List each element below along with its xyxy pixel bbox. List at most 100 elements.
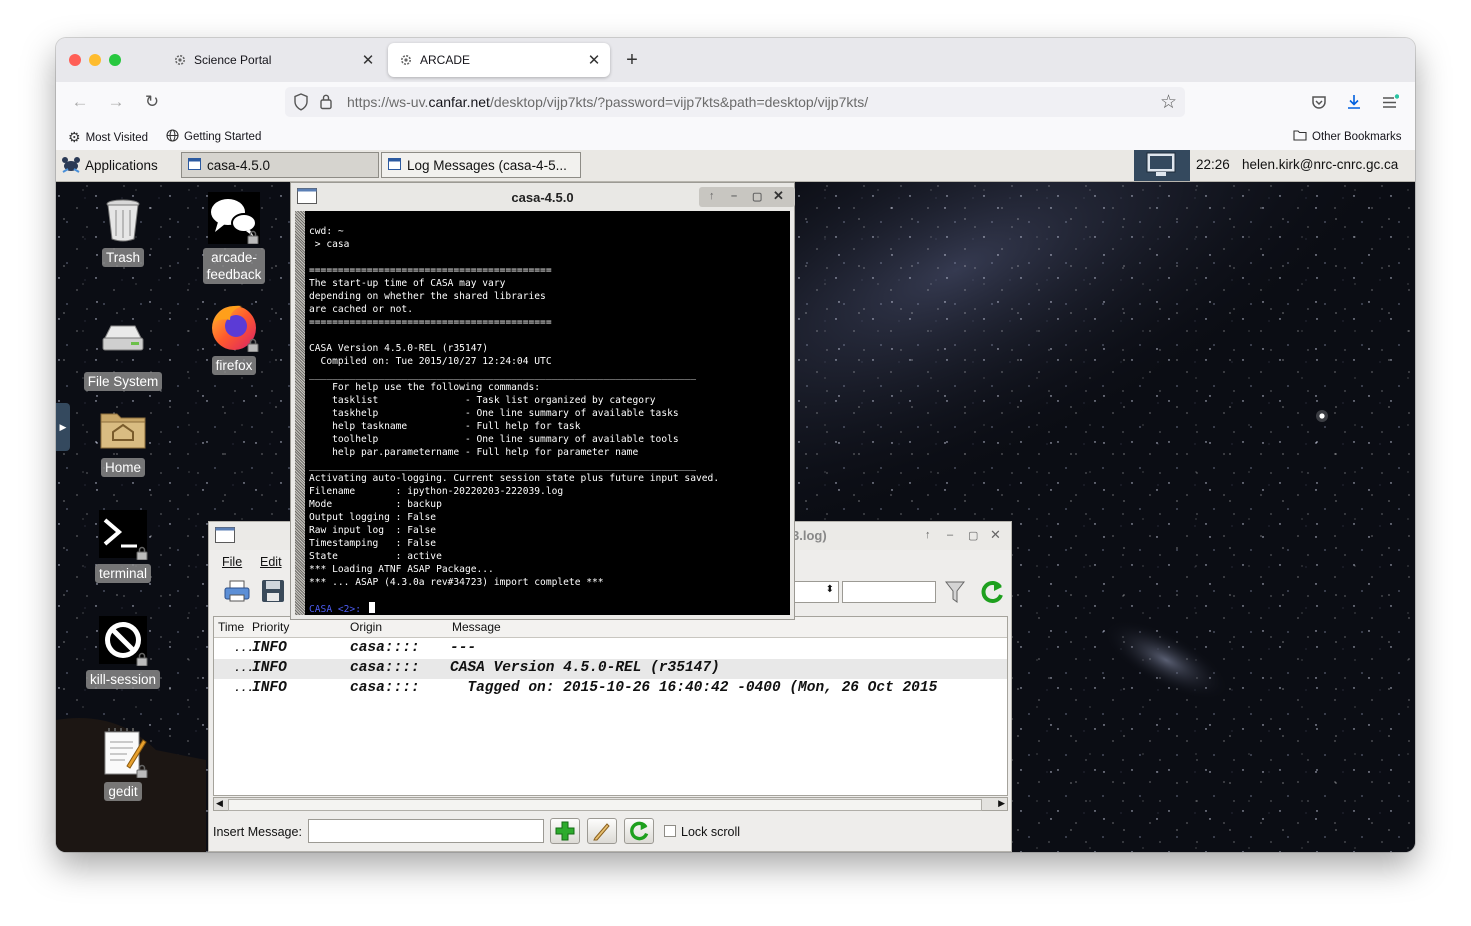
logger-title: 3.log): [792, 528, 827, 543]
column-origin[interactable]: Origin: [350, 620, 382, 634]
desktop-icon-file-system[interactable]: File System: [78, 316, 168, 391]
window-icon: [388, 157, 401, 173]
taskbar-casa-4-5-0[interactable]: casa-4.5.0: [181, 152, 379, 178]
insert-message-label: Insert Message:: [213, 825, 302, 839]
side-panel-toggle[interactable]: ▶: [56, 403, 70, 451]
maximize-icon[interactable]: ▢: [968, 529, 978, 542]
casa-prompt[interactable]: CASA <2>:: [309, 602, 375, 615]
taskbar-log-messages[interactable]: Log Messages (casa-4-5...: [381, 152, 581, 178]
desktop-icon-label: File System: [83, 372, 163, 391]
close-tab-icon[interactable]: ✕: [584, 50, 604, 70]
save-disk-icon[interactable]: [261, 579, 285, 606]
refresh-icon[interactable]: [979, 579, 1005, 608]
minimize-icon[interactable]: –: [731, 190, 737, 202]
bookmark-getting-started[interactable]: Getting Started: [166, 129, 261, 145]
globe-icon: [166, 129, 179, 145]
column-time[interactable]: Time: [218, 620, 244, 634]
log-horizontal-scrollbar[interactable]: ◀ ▶: [213, 797, 1008, 811]
desktop-icon-home[interactable]: Home: [78, 402, 168, 477]
desktop-icon-terminal[interactable]: terminal: [78, 508, 168, 583]
scroll-right-icon[interactable]: ▶: [998, 798, 1005, 809]
firefox-icon: [208, 300, 260, 352]
new-tab-plus-icon[interactable]: +: [622, 50, 642, 70]
minimize-icon[interactable]: –: [947, 529, 953, 541]
tab-title: ARCADE: [420, 53, 471, 67]
download-icon[interactable]: [1342, 90, 1366, 114]
window-menu-icon[interactable]: [215, 527, 235, 546]
gear-favicon-icon: [172, 52, 188, 68]
add-message-button[interactable]: [550, 818, 580, 844]
bookmark-other-bookmarks[interactable]: Other Bookmarks: [1293, 129, 1401, 144]
desktop-icon-arcade-feedback[interactable]: arcade- feedback: [189, 192, 279, 284]
menu-file[interactable]: File: [222, 555, 242, 569]
pencil-icon: [593, 823, 610, 841]
url-bar[interactable]: https://ws-uv.canfar.net/desktop/vijp7kt…: [285, 87, 1185, 117]
minimize-window-button[interactable]: [89, 54, 101, 66]
desktop-icon-label: kill-session: [85, 670, 161, 689]
text-editor-icon: [97, 726, 149, 778]
scroll-left-icon[interactable]: ◀: [216, 798, 223, 809]
desktop-icon-label: arcade- feedback: [202, 248, 266, 284]
log-table: Time Priority Origin Message ... INFO ca…: [213, 616, 1008, 796]
desktop-icon-label: Trash: [101, 248, 144, 267]
log-row[interactable]: ... INFO casa:::: Tagged on: 2015-10-26 …: [214, 679, 1007, 699]
menu-hamburger-icon[interactable]: [1378, 90, 1402, 114]
terminal-scrollbar[interactable]: [295, 211, 305, 615]
desktop-icon-gedit[interactable]: gedit: [78, 726, 168, 801]
menu-edit[interactable]: Edit: [260, 555, 282, 569]
shade-icon[interactable]: ↑: [709, 190, 715, 202]
print-icon[interactable]: [224, 579, 250, 606]
insert-message-row: Insert Message: Lock scroll: [209, 815, 1011, 849]
lock-icon[interactable]: [319, 93, 333, 115]
pocket-icon[interactable]: [1307, 90, 1331, 114]
chat-icon: [208, 192, 260, 244]
funnel-filter-icon[interactable]: [944, 580, 966, 607]
tab-arcade[interactable]: ARCADE ✕: [388, 43, 610, 77]
log-row[interactable]: ... INFO casa:::: ---: [214, 639, 1007, 659]
bookmark-most-visited[interactable]: ⚙ Most Visited: [68, 129, 148, 146]
close-icon[interactable]: ✕: [990, 527, 1001, 543]
forward-arrow-icon[interactable]: →: [104, 90, 128, 114]
log-row[interactable]: ... INFO casa:::: CASA Version 4.5.0-REL…: [214, 659, 1007, 679]
refresh-messages-button[interactable]: [624, 818, 654, 844]
zoom-window-button[interactable]: [109, 54, 121, 66]
log-table-header: Time Priority Origin Message: [214, 617, 1007, 638]
bookmark-star-icon[interactable]: ☆: [1160, 91, 1177, 114]
panel-clock[interactable]: 22:26: [1196, 157, 1230, 172]
applications-menu[interactable]: Applications: [60, 153, 158, 177]
edit-message-button[interactable]: [587, 818, 617, 844]
filter-field-select[interactable]: ⬍: [793, 581, 839, 603]
filter-text-input[interactable]: [842, 581, 936, 603]
close-icon[interactable]: ✕: [773, 188, 784, 204]
insert-message-input[interactable]: [308, 819, 544, 843]
maximize-icon[interactable]: ▢: [752, 190, 762, 203]
url-text[interactable]: https://ws-uv.canfar.net/desktop/vijp7kt…: [347, 94, 868, 110]
shield-icon[interactable]: [293, 93, 309, 116]
plus-icon: [555, 821, 575, 841]
lock-scroll-checkbox[interactable]: [664, 825, 676, 837]
lock-badge-icon: [136, 652, 148, 666]
desktop-icon-trash[interactable]: Trash: [78, 192, 168, 267]
workspace-switcher[interactable]: [1134, 150, 1190, 181]
forbidden-icon: [97, 614, 149, 666]
scroll-thumb[interactable]: [228, 799, 982, 811]
lock-badge-icon: [247, 230, 259, 244]
select-arrows-icon: ⬍: [825, 584, 834, 595]
folder-icon: [1293, 129, 1307, 144]
desktop-icon-firefox[interactable]: firefox: [189, 300, 279, 375]
close-tab-icon[interactable]: ✕: [358, 50, 378, 70]
back-arrow-icon[interactable]: ←: [68, 90, 92, 114]
xfce-mouse-icon: [60, 153, 82, 178]
terminal-titlebar[interactable]: casa-4.5.0 ↑ – ▢ ✕: [291, 183, 795, 211]
close-window-button[interactable]: [69, 54, 81, 66]
remote-desktop[interactable]: Applications casa-4.5.0 Log Messages (ca…: [56, 150, 1415, 852]
terminal-output[interactable]: cwd: ~ > casa ==========================…: [295, 211, 790, 615]
column-priority[interactable]: Priority: [252, 620, 289, 634]
shade-icon[interactable]: ↑: [925, 529, 931, 541]
terminal-title: casa-4.5.0: [511, 190, 574, 205]
column-message[interactable]: Message: [452, 620, 501, 634]
reload-icon[interactable]: ↻: [140, 90, 164, 114]
tab-science-portal[interactable]: Science Portal ✕: [162, 43, 384, 77]
desktop-icon-kill-session[interactable]: kill-session: [78, 614, 168, 689]
navigation-toolbar: ← → ↻ https://ws-uv.canfar.net/desktop/v…: [56, 82, 1415, 122]
